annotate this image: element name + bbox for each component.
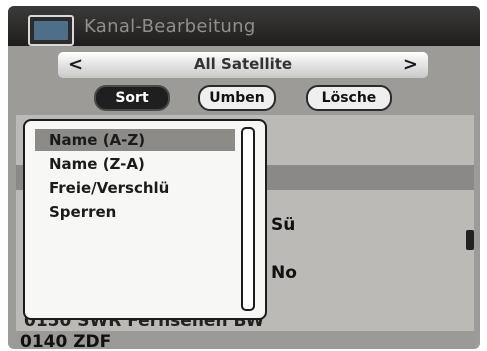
tab-umben[interactable]: Umben — [198, 85, 276, 111]
sort-option-name-za[interactable]: Name (Z-A) — [35, 153, 235, 175]
sort-menu-popup: Name (A-Z) Name (Z-A) Freie/Verschlü Spe… — [23, 119, 267, 320]
channel-name-fragment: Sü — [271, 215, 296, 235]
title-bar: Kanal-Bearbeitung — [8, 6, 480, 46]
satellite-label: All Satellite — [193, 55, 293, 73]
screen: Kanal-Bearbeitung < All Satellite > Sort… — [8, 6, 480, 349]
sort-option-name-az[interactable]: Name (A-Z) — [35, 129, 235, 151]
tab-sort[interactable]: Sort — [94, 85, 170, 111]
chevron-right-icon[interactable]: > — [403, 54, 418, 75]
satellite-selector[interactable]: < All Satellite > — [58, 52, 428, 78]
sort-option-locked[interactable]: Sperren — [35, 201, 235, 223]
sort-option-free-scrambled[interactable]: Freie/Verschlü — [35, 177, 235, 199]
popup-scrollbar[interactable] — [241, 127, 255, 311]
tv-icon — [28, 15, 74, 46]
channel-name-fragment: No — [271, 263, 297, 283]
list-scrollbar[interactable] — [466, 230, 474, 250]
page-title: Kanal-Bearbeitung — [84, 16, 256, 37]
channel-row[interactable]: 0140 ZDF — [16, 331, 474, 349]
tab-losche[interactable]: Lösche — [306, 85, 392, 111]
channel-row-label: 0140 ZDF — [20, 332, 112, 349]
